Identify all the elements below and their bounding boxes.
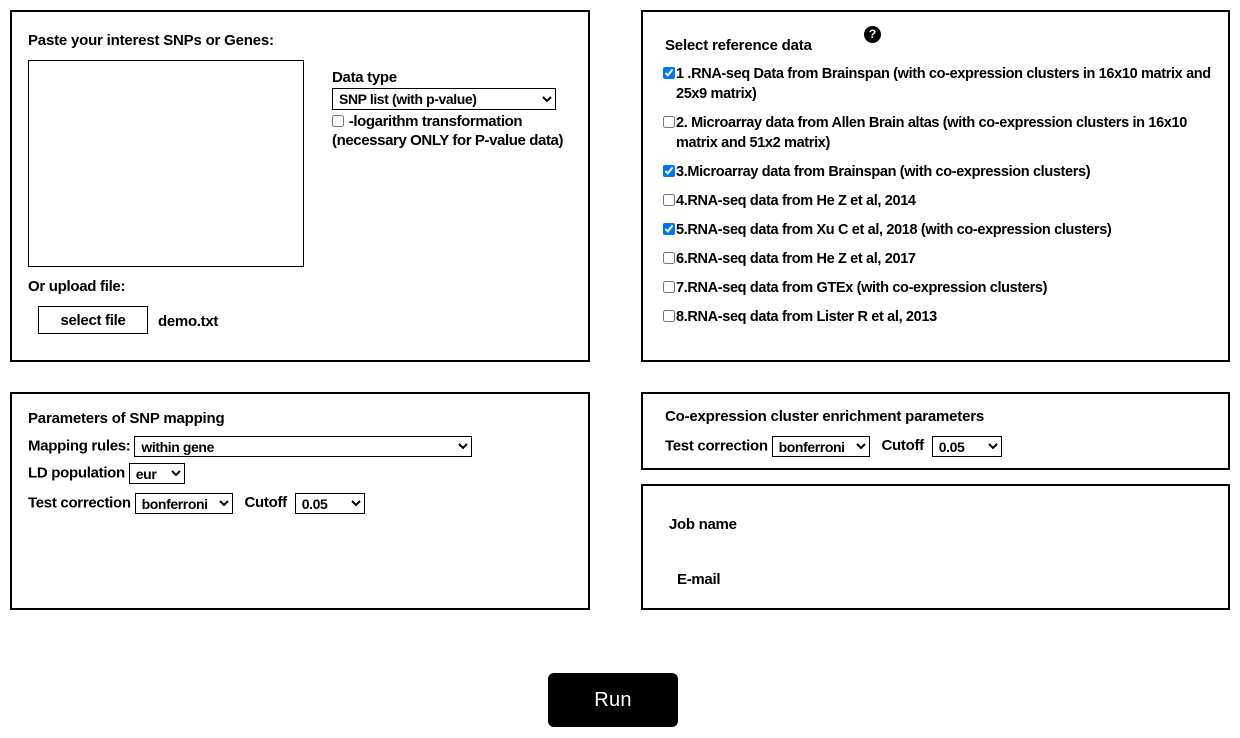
mapping-test-correction-label: Test correction <box>28 494 131 512</box>
data-type-label: Data type <box>332 69 397 86</box>
mapping-cutoff-select[interactable]: 0.05 <box>294 493 365 514</box>
reference-item-1-checkbox[interactable] <box>663 67 675 79</box>
mapping-test-correction-select[interactable]: bonferroni <box>134 493 233 514</box>
reference-item-8-label: 8.RNA-seq data from Lister R et al, 2013 <box>676 309 937 325</box>
reference-item-8-checkbox[interactable] <box>663 310 675 322</box>
reference-item-2-label: 2. Microarray data from Allen Brain alta… <box>676 115 1187 151</box>
reference-item-2[interactable]: 2. Microarray data from Allen Brain alta… <box>663 113 1219 153</box>
email-label: E-mail <box>677 571 721 588</box>
selected-file-name: demo.txt <box>158 313 219 330</box>
run-button[interactable]: Run <box>548 673 678 727</box>
select-file-button[interactable]: select file <box>38 306 148 334</box>
reference-item-6-label: 6.RNA-seq data from He Z et al, 2017 <box>676 251 916 267</box>
reference-item-1[interactable]: 1 .RNA-seq Data from Brainspan (with co-… <box>663 64 1219 104</box>
ld-population-label: LD population <box>28 464 125 482</box>
reference-item-4-label: 4.RNA-seq data from He Z et al, 2014 <box>676 193 916 209</box>
reference-item-4-checkbox[interactable] <box>663 194 675 206</box>
reference-item-8[interactable]: 8.RNA-seq data from Lister R et al, 2013 <box>663 307 1219 327</box>
reference-item-5-label: 5.RNA-seq data from Xu C et al, 2018 (wi… <box>676 222 1112 238</box>
job-info-panel: Job name E-mail <box>641 484 1230 610</box>
log-transform-row: -logarithm transformation (necessary ONL… <box>332 112 580 150</box>
reference-data-list: 1 .RNA-seq Data from Brainspan (with co-… <box>663 64 1219 336</box>
coexpression-parameters-row: Test correction bonferroni Cutoff 0.05 <box>665 436 1002 457</box>
reference-item-1-label: 1 .RNA-seq Data from Brainspan (with co-… <box>676 66 1211 102</box>
select-reference-data-panel: Select reference data 1 .RNA-seq Data fr… <box>641 10 1230 362</box>
mapping-rules-select[interactable]: within gene <box>134 436 473 457</box>
reference-item-5[interactable]: 5.RNA-seq data from Xu C et al, 2018 (wi… <box>663 220 1219 240</box>
coexp-test-correction-select[interactable]: bonferroni <box>771 436 870 457</box>
reference-item-2-checkbox[interactable] <box>663 116 675 128</box>
reference-item-3-label: 3.Microarray data from Brainspan (with c… <box>676 164 1091 180</box>
mapping-cutoff-label: Cutoff <box>244 494 288 512</box>
ld-population-row: LD population eur <box>28 463 185 484</box>
reference-item-3-checkbox[interactable] <box>663 165 675 177</box>
data-type-group: Data type SNP list (with p-value) -logar… <box>332 68 580 150</box>
reference-item-7[interactable]: 7.RNA-seq data from GTEx (with co-expres… <box>663 278 1219 298</box>
snp-mapping-parameters-panel: Parameters of SNP mapping Mapping rules:… <box>10 392 590 610</box>
mapping-rules-row: Mapping rules: within gene <box>28 436 473 457</box>
select-reference-data-title: Select reference data <box>665 37 812 54</box>
paste-snps-title: Paste your interest SNPs or Genes: <box>28 32 274 49</box>
log-transform-checkbox[interactable] <box>332 115 344 127</box>
mapping-rules-label: Mapping rules: <box>28 437 131 455</box>
coexpression-enrichment-panel: Co-expression cluster enrichment paramet… <box>641 392 1230 470</box>
reference-item-7-checkbox[interactable] <box>663 281 675 293</box>
upload-file-label: Or upload file: <box>28 278 126 295</box>
reference-item-6-checkbox[interactable] <box>663 252 675 264</box>
coexp-cutoff-label: Cutoff <box>881 437 925 455</box>
coexp-cutoff-select[interactable]: 0.05 <box>931 436 1002 457</box>
coexp-test-correction-label: Test correction <box>665 437 768 455</box>
mapping-test-correction-row: Test correction bonferroni Cutoff 0.05 <box>28 493 365 514</box>
reference-item-3[interactable]: 3.Microarray data from Brainspan (with c… <box>663 162 1219 182</box>
snp-mapping-title: Parameters of SNP mapping <box>28 410 225 427</box>
coexpression-enrichment-title: Co-expression cluster enrichment paramet… <box>665 408 985 425</box>
paste-snps-panel: Paste your interest SNPs or Genes: Data … <box>10 10 590 362</box>
log-transform-label: -logarithm transformation (necessary ONL… <box>332 113 564 149</box>
reference-item-6[interactable]: 6.RNA-seq data from He Z et al, 2017 <box>663 249 1219 269</box>
snp-gene-textarea[interactable] <box>28 60 304 267</box>
ld-population-select[interactable]: eur <box>128 463 185 484</box>
help-icon[interactable]: ? <box>864 26 881 43</box>
job-name-label: Job name <box>669 516 737 533</box>
reference-item-5-checkbox[interactable] <box>663 223 675 235</box>
reference-item-7-label: 7.RNA-seq data from GTEx (with co-expres… <box>676 280 1048 296</box>
data-type-select[interactable]: SNP list (with p-value) <box>332 88 556 110</box>
reference-item-4[interactable]: 4.RNA-seq data from He Z et al, 2014 <box>663 191 1219 211</box>
